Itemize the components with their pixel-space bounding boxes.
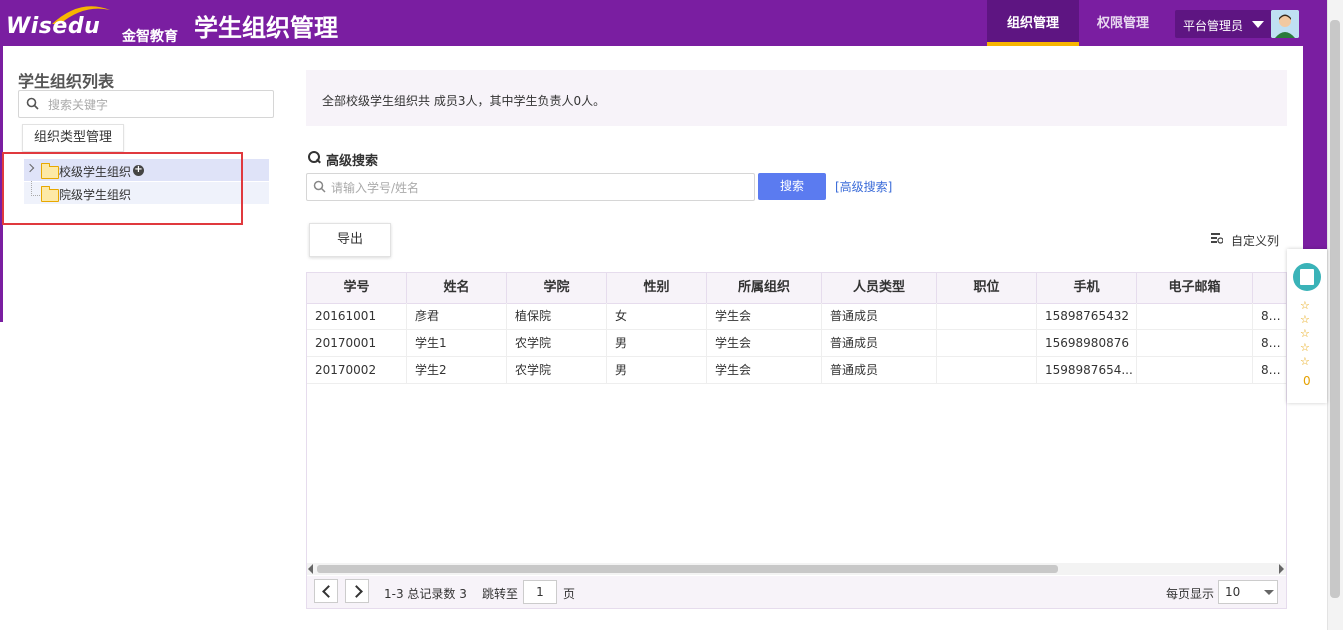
search-button[interactable]: 搜索 — [758, 173, 826, 200]
table-cell — [937, 330, 1037, 357]
document-icon-sheet — [1300, 269, 1314, 285]
table-cell — [937, 357, 1037, 384]
star-icon[interactable]: ☆ — [1300, 328, 1310, 339]
table-cell — [1137, 357, 1253, 384]
summary-text: 全部校级学生组织共 成员3人，其中学生负责人0人。 — [322, 94, 606, 108]
previous-page-button[interactable] — [314, 579, 338, 603]
caret-down-icon[interactable] — [1252, 21, 1264, 28]
table-cell: 8908 — [1253, 330, 1286, 357]
column-header[interactable]: 学院 — [507, 273, 607, 303]
table-cell: 农学院 — [507, 357, 607, 384]
table-cell: 15698980876 — [1037, 330, 1137, 357]
jump-label: 跳转至 — [482, 587, 519, 601]
advanced-search-title: 高级搜索 — [326, 154, 379, 169]
table-cell: 学生会 — [707, 303, 822, 330]
org-type-management-button[interactable]: 组织类型管理 — [22, 124, 124, 152]
export-button[interactable]: 导出 — [309, 223, 391, 257]
chevron-right-icon — [350, 585, 363, 598]
table-scrollbar-thumb[interactable] — [317, 565, 1058, 573]
search-icon — [26, 97, 39, 110]
avatar[interactable] — [1271, 10, 1299, 38]
column-header[interactable]: 电子邮箱 — [1137, 273, 1253, 303]
scroll-right-icon[interactable] — [1279, 564, 1284, 574]
table-cell: 男 — [607, 330, 707, 357]
table-cell: 8908 — [1253, 357, 1286, 384]
table-cell: 农学院 — [507, 330, 607, 357]
column-header[interactable]: 姓名 — [407, 273, 507, 303]
star-icon[interactable]: ☆ — [1300, 314, 1310, 325]
query-placeholder: 请输入学号/姓名 — [331, 181, 420, 195]
star-icon[interactable]: ☆ — [1300, 356, 1310, 367]
user-role: 平台管理员 — [1183, 19, 1244, 33]
page-unit-label: 页 — [563, 587, 576, 601]
table-cell: 普通成员 — [822, 357, 937, 384]
advanced-search-link[interactable]: [高级搜索] — [835, 178, 892, 195]
table-cell: 女 — [607, 303, 707, 330]
column-header[interactable] — [1253, 273, 1286, 303]
table-cell: 学生会 — [707, 357, 822, 384]
tab-org-management[interactable]: 组织管理 — [987, 0, 1079, 46]
table-cell: 普通成员 — [822, 330, 937, 357]
page-scrollbar-thumb[interactable] — [1330, 20, 1340, 598]
chevron-left-icon — [322, 585, 335, 598]
column-header[interactable]: 性别 — [607, 273, 707, 303]
custom-columns-icon[interactable] — [1211, 233, 1223, 244]
table-cell: 20161001 — [307, 303, 407, 330]
app-title: 学生组织管理 — [194, 14, 338, 42]
annotation-highlight-box — [2, 152, 243, 225]
column-header[interactable]: 人员类型 — [822, 273, 937, 303]
column-header[interactable]: 所属组织 — [707, 273, 822, 303]
custom-columns-link[interactable]: 自定义列 — [1231, 232, 1279, 249]
table-cell: 15898765432 — [1037, 303, 1137, 330]
sidebar-title: 学生组织列表 — [18, 72, 115, 91]
column-header[interactable]: 职位 — [937, 273, 1037, 303]
star-icon[interactable]: ☆ — [1300, 300, 1310, 311]
tab-permission-management[interactable]: 权限管理 — [1085, 0, 1161, 46]
caret-down-icon[interactable] — [1264, 590, 1274, 595]
page-number-input[interactable]: 1 — [523, 580, 557, 604]
pagination-info: 1-3 总记录数 3 — [384, 587, 467, 601]
table-cell: 男 — [607, 357, 707, 384]
page-size-label: 每页显示 — [1166, 587, 1215, 601]
table-cell — [937, 303, 1037, 330]
table-cell: 1598987654... — [1037, 357, 1137, 384]
table-cell: 学生1 — [407, 330, 507, 357]
table-cell: 8908 — [1253, 303, 1286, 330]
table-cell: 普通成员 — [822, 303, 937, 330]
widget-count: 0 — [1303, 374, 1311, 388]
scroll-left-icon[interactable] — [308, 564, 313, 574]
table-cell: 彦君 — [407, 303, 507, 330]
search-icon — [313, 180, 326, 193]
column-header[interactable]: 学号 — [307, 273, 407, 303]
table-cell: 学生2 — [407, 357, 507, 384]
user-avatar-icon — [1271, 10, 1299, 38]
table-cell: 20170002 — [307, 357, 407, 384]
table-cell — [1137, 303, 1253, 330]
table-cell: 20170001 — [307, 330, 407, 357]
next-page-button[interactable] — [345, 579, 369, 603]
table-cell: 植保院 — [507, 303, 607, 330]
sidebar-search-placeholder: 搜索关键字 — [48, 98, 109, 112]
star-icon[interactable]: ☆ — [1300, 342, 1310, 353]
logo: Wisedu — [6, 14, 101, 39]
table-cell: 学生会 — [707, 330, 822, 357]
column-header[interactable]: 手机 — [1037, 273, 1137, 303]
logo-subtitle: 金智教育 — [122, 29, 178, 45]
table-cell — [1137, 330, 1253, 357]
